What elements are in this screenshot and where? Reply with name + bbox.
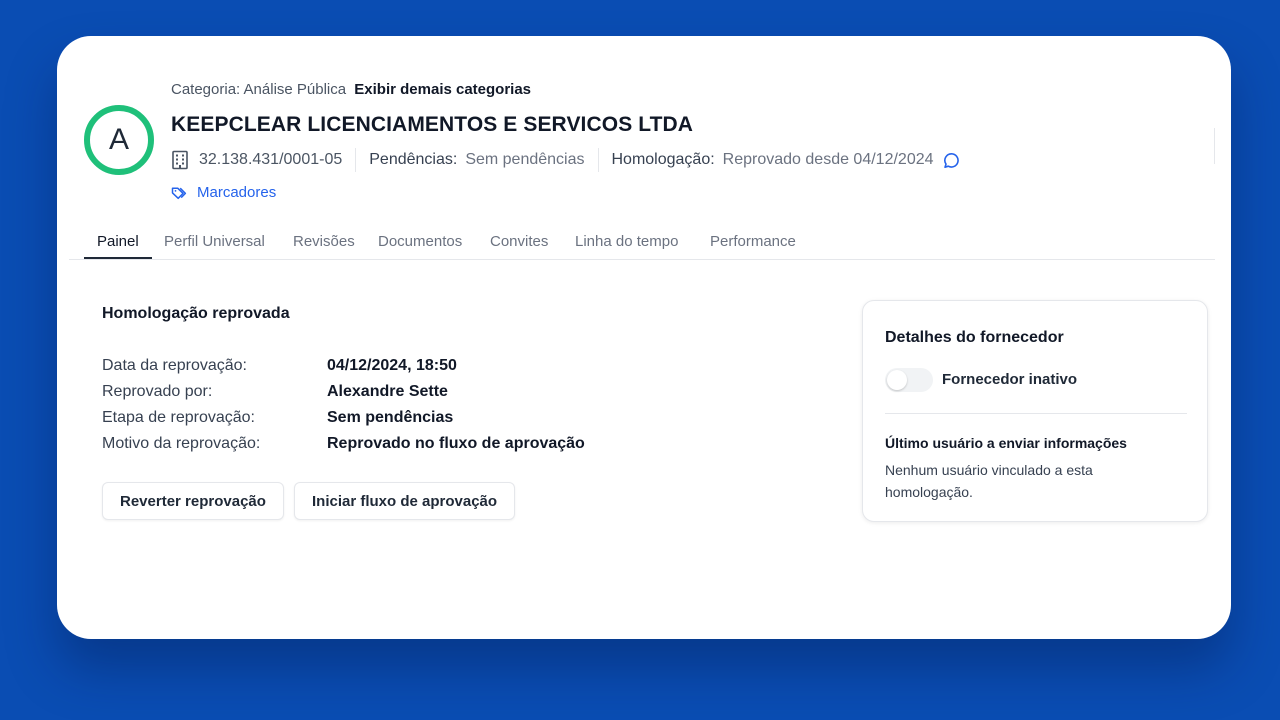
detail-value: 04/12/2024, 18:50 — [327, 357, 457, 374]
detail-row-stage: Etapa de reprovação: Sem pendências — [102, 409, 453, 427]
toggle-label: Fornecedor inativo — [942, 371, 1078, 388]
markers-link[interactable]: Marcadores — [171, 184, 276, 201]
supplier-details-panel: Detalhes do fornecedor Fornecedor inativ… — [862, 300, 1208, 522]
detail-value: Alexandre Sette — [327, 383, 448, 400]
detail-row-reason: Motivo da reprovação: Reprovado no fluxo … — [102, 435, 585, 453]
tab-linha-do-tempo[interactable]: Linha do tempo — [575, 233, 678, 250]
meta-divider — [355, 148, 357, 172]
supplier-avatar: A — [84, 105, 154, 175]
panel-title: Detalhes do fornecedor — [885, 329, 1064, 346]
detail-label: Etapa de reprovação: — [102, 409, 255, 426]
show-other-categories-link[interactable]: Exibir demais categorias — [354, 81, 531, 98]
tags-icon — [171, 186, 187, 199]
tab-bar: Painel Perfil Universal Revisões Documen… — [69, 229, 1215, 260]
pendencias-value: Sem pendências — [465, 151, 585, 168]
homologacao-value: Reprovado desde 04/12/2024 — [722, 151, 934, 168]
last-user-text: Nenhum usuário vinculado a esta homologa… — [885, 462, 1093, 500]
section-title: Homologação reprovada — [102, 305, 290, 322]
detail-label: Motivo da reprovação: — [102, 435, 261, 452]
tab-documentos[interactable]: Documentos — [378, 233, 462, 250]
detail-value: Sem pendências — [327, 409, 454, 426]
detail-label: Reprovado por: — [102, 383, 213, 400]
tab-performance[interactable]: Performance — [710, 233, 796, 250]
markers-label: Marcadores — [197, 184, 277, 201]
homologacao-label: Homologação: — [611, 151, 715, 168]
pendencias-label: Pendências: — [369, 151, 458, 168]
company-name: KEEPCLEAR LICENCIAMENTOS E SERVICOS LTDA — [171, 113, 694, 136]
supplier-card: A Categoria: Análise Pública Exibir dema… — [57, 36, 1231, 639]
active-tab-indicator — [84, 257, 152, 259]
panel-divider — [885, 413, 1187, 414]
avatar-letter: A — [108, 123, 129, 156]
start-approval-flow-button[interactable]: Iniciar fluxo de aprovação — [294, 482, 516, 520]
meta-row: 32.138.431/0001-05 Pendências: Sem pendê… — [171, 148, 960, 172]
last-user-title: Último usuário a enviar informações — [885, 435, 1127, 451]
detail-value: Reprovado no fluxo de aprovação — [327, 435, 585, 452]
meta-divider — [597, 148, 599, 172]
tab-revisoes[interactable]: Revisões — [293, 233, 355, 250]
building-icon — [171, 150, 189, 170]
comment-icon[interactable] — [943, 152, 960, 169]
detail-row-date: Data da reprovação: 04/12/2024, 18:50 — [102, 357, 457, 375]
detail-row-rejected-by: Reprovado por: Alexandre Sette — [102, 383, 448, 401]
cnpj-value: 32.138.431/0001-05 — [199, 151, 343, 168]
tab-perfil-universal[interactable]: Perfil Universal — [164, 233, 265, 250]
revert-rejection-button[interactable]: Reverter reprovação — [102, 482, 284, 520]
header-divider — [1214, 128, 1215, 164]
detail-label: Data da reprovação: — [102, 357, 247, 374]
category-line: Categoria: Análise Pública Exibir demais… — [171, 81, 531, 98]
category-label: Categoria: Análise Pública — [171, 81, 347, 98]
toggle-knob — [887, 370, 907, 390]
inactive-supplier-toggle[interactable] — [885, 368, 933, 392]
tab-painel[interactable]: Painel — [97, 233, 139, 250]
tab-convites[interactable]: Convites — [490, 233, 548, 250]
